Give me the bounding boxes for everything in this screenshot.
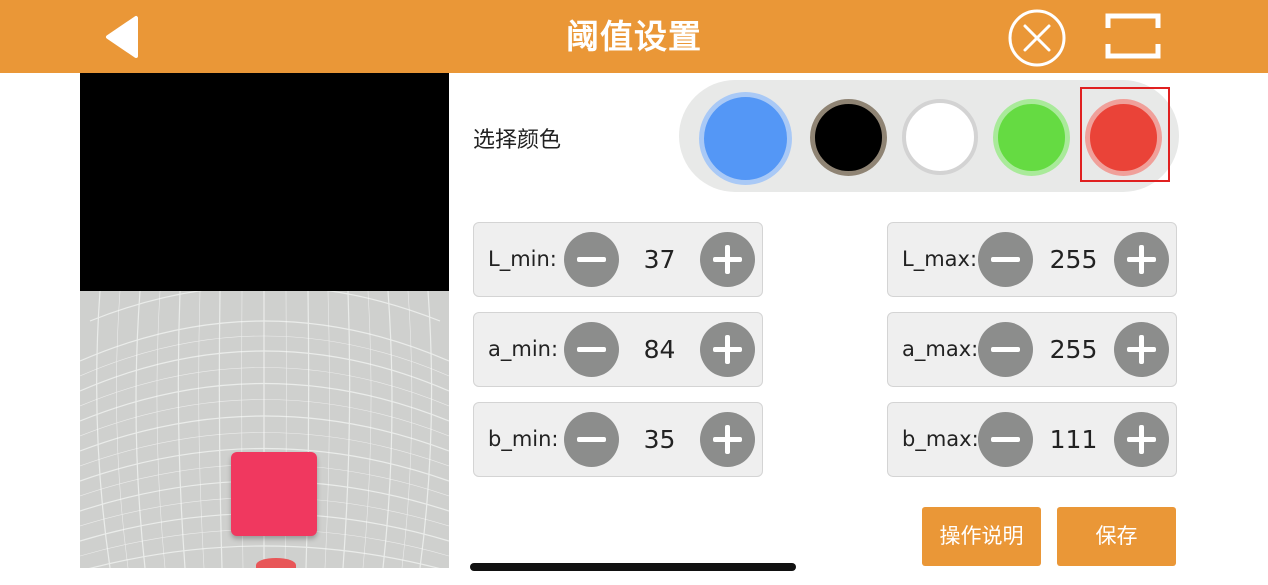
camera-preview	[80, 73, 449, 568]
red-object-edge	[256, 558, 296, 568]
back-button[interactable]	[100, 14, 144, 60]
l-min-label: L_min:	[488, 247, 557, 271]
red-cube	[231, 452, 317, 536]
plus-icon-vertical	[1139, 335, 1144, 364]
plus-icon-vertical	[725, 245, 730, 274]
swatch-green[interactable]	[993, 99, 1070, 176]
a-max-decrement-button[interactable]	[978, 322, 1033, 377]
fullscreen-icon	[1105, 13, 1161, 59]
help-button[interactable]: 操作说明	[922, 507, 1041, 566]
b-min-label: b_min:	[488, 427, 559, 451]
a-min-decrement-button[interactable]	[564, 322, 619, 377]
b-min-decrement-button[interactable]	[564, 412, 619, 467]
back-arrow-icon	[106, 16, 138, 58]
fullscreen-button[interactable]	[1104, 12, 1162, 60]
page-title: 阈值设置	[566, 17, 702, 56]
a-min-increment-button[interactable]	[700, 322, 755, 377]
close-circle-icon	[1008, 9, 1066, 67]
l-max-value: 255	[1049, 245, 1098, 274]
close-button[interactable]	[1007, 8, 1067, 68]
a-min-value: 84	[643, 335, 676, 364]
a-max-value: 255	[1049, 335, 1098, 364]
swatch-black[interactable]	[810, 99, 887, 176]
a-min-label: a_min:	[488, 337, 559, 361]
minus-icon	[991, 257, 1020, 262]
b-min-increment-button[interactable]	[700, 412, 755, 467]
a-min-stepper: a_min: 84	[473, 312, 763, 387]
l-max-label: L_max:	[902, 247, 978, 271]
minus-icon	[991, 347, 1020, 352]
threshold-settings-screen: 阈值设置 选择颜色 L_min: 37 L_max: 255 a_min: 84…	[0, 0, 1268, 585]
l-min-increment-button[interactable]	[700, 232, 755, 287]
swatch-blue[interactable]	[699, 92, 792, 185]
minus-icon	[577, 437, 606, 442]
swatch-white[interactable]	[902, 99, 978, 175]
a-max-label: a_max:	[902, 337, 979, 361]
home-indicator[interactable]	[470, 563, 796, 571]
a-max-stepper: a_max: 255	[887, 312, 1177, 387]
plus-icon-vertical	[725, 425, 730, 454]
save-button[interactable]: 保存	[1057, 507, 1176, 566]
l-max-stepper: L_max: 255	[887, 222, 1177, 297]
color-select-label: 选择颜色	[473, 128, 562, 153]
b-min-stepper: b_min: 35	[473, 402, 763, 477]
b-max-increment-button[interactable]	[1114, 412, 1169, 467]
b-max-decrement-button[interactable]	[978, 412, 1033, 467]
l-min-value: 37	[643, 245, 676, 274]
minus-icon	[577, 347, 606, 352]
l-max-decrement-button[interactable]	[978, 232, 1033, 287]
plus-icon-vertical	[1139, 245, 1144, 274]
camera-dark-area	[80, 73, 449, 291]
l-max-increment-button[interactable]	[1114, 232, 1169, 287]
plus-icon-vertical	[725, 335, 730, 364]
minus-icon	[991, 437, 1020, 442]
header-bar: 阈值设置	[0, 0, 1268, 73]
swatch-red[interactable]	[1085, 99, 1162, 176]
plus-icon-vertical	[1139, 425, 1144, 454]
b-max-stepper: b_max: 111	[887, 402, 1177, 477]
minus-icon	[577, 257, 606, 262]
a-max-increment-button[interactable]	[1114, 322, 1169, 377]
b-max-label: b_max:	[902, 427, 979, 451]
l-min-decrement-button[interactable]	[564, 232, 619, 287]
b-max-value: 111	[1049, 425, 1098, 454]
b-min-value: 35	[643, 425, 676, 454]
l-min-stepper: L_min: 37	[473, 222, 763, 297]
